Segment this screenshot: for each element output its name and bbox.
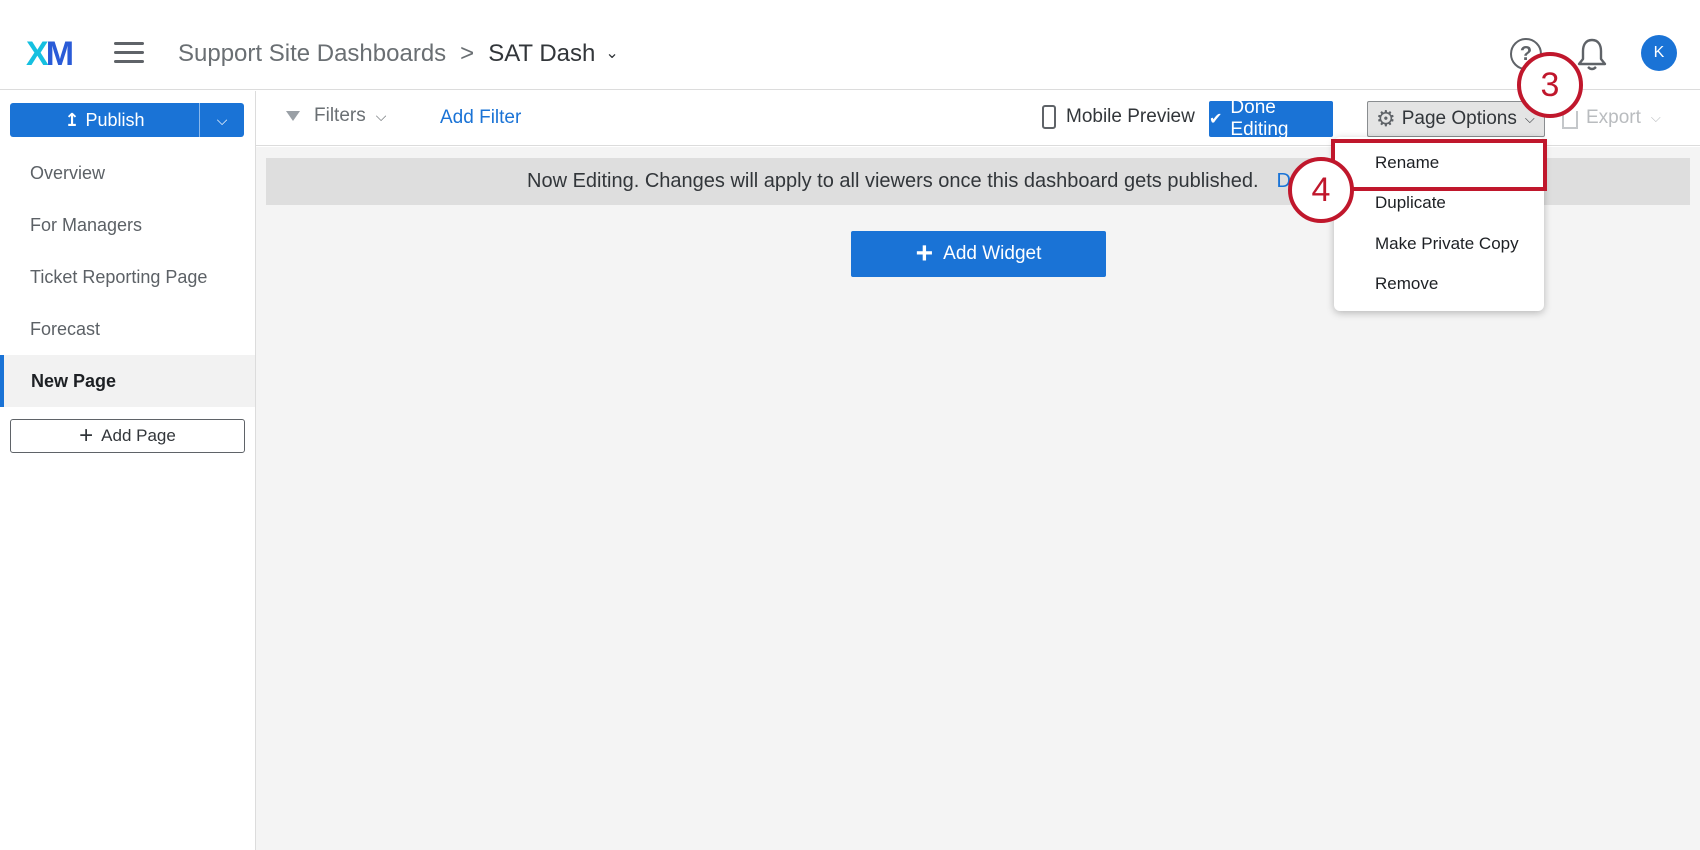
sidebar-item-forecast[interactable]: Forecast bbox=[0, 303, 255, 355]
breadcrumb: Support Site Dashboards > SAT Dash ⌄ bbox=[178, 38, 619, 70]
breadcrumb-root[interactable]: Support Site Dashboards bbox=[178, 38, 446, 70]
sidebar-item-new-page[interactable]: New Page bbox=[0, 355, 255, 407]
xm-logo[interactable]: XM bbox=[26, 34, 74, 74]
breadcrumb-current[interactable]: SAT Dash bbox=[488, 38, 595, 70]
avatar[interactable]: K bbox=[1641, 35, 1677, 71]
step-marker-4: 4 bbox=[1288, 157, 1354, 223]
publish-dropdown-button[interactable]: ⌵ bbox=[200, 103, 244, 137]
menu-item-make-private-copy[interactable]: Make Private Copy bbox=[1375, 234, 1519, 254]
phone-icon bbox=[1042, 105, 1056, 129]
gear-icon: ⚙ bbox=[1376, 106, 1396, 131]
bell-icon[interactable] bbox=[1575, 36, 1609, 72]
mobile-preview-button[interactable]: Mobile Preview bbox=[1042, 105, 1195, 129]
step-marker-3: 3 bbox=[1517, 52, 1583, 118]
chevron-down-icon[interactable]: ⌄ bbox=[605, 38, 618, 70]
add-filter-link[interactable]: Add Filter bbox=[440, 107, 521, 129]
page-options-button[interactable]: ⚙ Page Options ⌵ bbox=[1367, 101, 1545, 137]
plus-icon: + bbox=[79, 422, 94, 449]
sidebar-item-overview[interactable]: Overview bbox=[0, 147, 255, 199]
menu-item-duplicate[interactable]: Duplicate bbox=[1375, 193, 1446, 213]
upload-icon: ↥ bbox=[64, 109, 80, 130]
funnel-icon bbox=[286, 111, 300, 121]
filters-button[interactable]: Filters ⌵ bbox=[286, 105, 386, 127]
publish-button[interactable]: ↥ Publish bbox=[10, 103, 200, 137]
publish-button-group: ↥ Publish ⌵ bbox=[10, 103, 244, 137]
add-page-button[interactable]: + Add Page bbox=[10, 419, 245, 453]
rename-highlight-box bbox=[1331, 139, 1547, 191]
sidebar-item-ticket-reporting-page[interactable]: Ticket Reporting Page bbox=[0, 251, 255, 303]
check-icon: ✔ bbox=[1209, 111, 1223, 128]
add-widget-button[interactable]: + Add Widget bbox=[851, 231, 1106, 277]
export-button[interactable]: Export ⌵ bbox=[1562, 107, 1661, 129]
top-header: XM Support Site Dashboards > SAT Dash ⌄ … bbox=[0, 0, 1700, 90]
chevron-down-icon: ⌵ bbox=[216, 111, 228, 128]
chevron-down-icon: ⌵ bbox=[1650, 110, 1661, 125]
sidebar-item-for-managers[interactable]: For Managers bbox=[0, 199, 255, 251]
chevron-right-icon: > bbox=[460, 40, 475, 67]
plus-icon: + bbox=[915, 237, 934, 270]
done-editing-button[interactable]: ✔ Done Editing bbox=[1209, 97, 1333, 140]
sidebar: ↥ Publish ⌵ Overview For Managers Ticket… bbox=[0, 91, 256, 850]
menu-icon[interactable] bbox=[114, 42, 144, 64]
page-list: Overview For Managers Ticket Reporting P… bbox=[0, 147, 255, 407]
menu-item-remove[interactable]: Remove bbox=[1375, 274, 1438, 294]
chevron-down-icon: ⌵ bbox=[375, 107, 387, 124]
